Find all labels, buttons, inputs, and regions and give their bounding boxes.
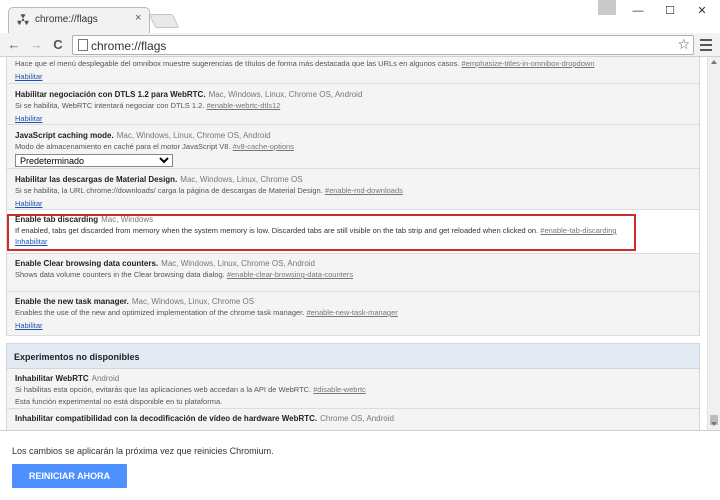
experiment-name: Enable the new task manager. bbox=[15, 297, 129, 306]
experiment-anchor[interactable]: #enable-md-downloads bbox=[325, 186, 403, 195]
title-bar: chrome://flags × — ☐ ✕ bbox=[0, 0, 720, 33]
experiment-desc: Hace que el menú desplegable del omnibox… bbox=[15, 59, 460, 68]
toolbar: ← → C chrome://flags ☆ bbox=[0, 33, 720, 57]
experiment-anchor[interactable]: #emphasize-titles-in-omnibox-dropdown bbox=[462, 59, 595, 68]
back-button[interactable]: ← bbox=[6, 37, 22, 53]
enable-link[interactable]: Habilitar bbox=[15, 114, 43, 123]
experiment-webrtc-dtls12: Habilitar negociación con DTLS 1.2 para … bbox=[7, 84, 699, 125]
forward-button[interactable]: → bbox=[28, 37, 44, 53]
scroll-up-icon[interactable] bbox=[711, 60, 717, 64]
tab-close-icon[interactable]: × bbox=[135, 12, 141, 24]
enable-link[interactable]: Habilitar bbox=[15, 199, 43, 208]
user-profile-button[interactable] bbox=[598, 0, 616, 15]
experiment-platforms: Chrome OS, Android bbox=[320, 414, 394, 423]
scroll-down-icon[interactable] bbox=[711, 422, 717, 426]
experiment-name: Inhabilitar WebRTC bbox=[15, 374, 89, 383]
minimize-button[interactable]: — bbox=[626, 3, 650, 19]
relaunch-bar: Los cambios se aplicarán la próxima vez … bbox=[0, 430, 720, 500]
enable-link[interactable]: Habilitar bbox=[15, 321, 43, 330]
experiment-platforms: Android bbox=[91, 374, 120, 383]
experiment-anchor[interactable]: #enable-clear-browsing-data-counters bbox=[227, 270, 353, 279]
flags-content: Hace que el menú desplegable del omnibox… bbox=[0, 57, 707, 430]
vertical-scrollbar[interactable] bbox=[707, 57, 720, 430]
relaunch-message: Los cambios se aplicarán la próxima vez … bbox=[12, 446, 274, 456]
experiment-new-task-manager: Enable the new task manager. Mac, Windows… bbox=[7, 292, 699, 336]
experiment-anchor[interactable]: #enable-webrtc-dtls12 bbox=[207, 101, 281, 110]
unavailable-heading: Experimentos no disponibles bbox=[6, 343, 700, 369]
experiment-desc: Modo de almacenamiento en caché para el … bbox=[15, 142, 231, 151]
url-text[interactable]: chrome://flags bbox=[91, 39, 166, 53]
experiment-anchor[interactable]: #enable-new-task-manager bbox=[306, 308, 397, 317]
radiation-icon bbox=[17, 14, 29, 25]
experiment-desc: Si habilitas esta opción, evitarás que l… bbox=[15, 385, 312, 394]
maximize-button[interactable]: ☐ bbox=[658, 3, 682, 19]
menu-icon[interactable] bbox=[700, 39, 712, 54]
experiment-v8-cache: JavaScript caching mode. Mac, Windows, Li… bbox=[7, 125, 699, 169]
experiment-name: Enable Clear browsing data counters. bbox=[15, 259, 159, 268]
unavailable-list: Inhabilitar WebRTC Android Si habilitas e… bbox=[6, 369, 700, 430]
bookmark-star-icon[interactable]: ☆ bbox=[677, 36, 690, 53]
experiment-name: Habilitar las descargas de Material Desi… bbox=[15, 175, 178, 184]
page-icon bbox=[78, 39, 88, 51]
enable-link[interactable]: Habilitar bbox=[15, 72, 43, 81]
experiment-clear-browsing-counters: Enable Clear browsing data counters. Mac,… bbox=[7, 254, 699, 292]
restart-now-button[interactable]: REINICIAR AHORA bbox=[12, 464, 127, 488]
experiment-anchor[interactable]: #disable-webrtc bbox=[313, 385, 366, 394]
experiment-name: Inhabilitar compatibilidad con la decodi… bbox=[15, 414, 318, 423]
unavailable-note: Esta función experimental no está dispon… bbox=[15, 397, 223, 406]
experiment-md-downloads: Habilitar las descargas de Material Desi… bbox=[7, 169, 699, 210]
experiment-desc: Shows data volume counters in the Clear … bbox=[15, 270, 225, 279]
experiment-name: JavaScript caching mode. bbox=[15, 131, 114, 140]
experiment-platforms: Mac, Windows, Linux, Chrome OS, Android bbox=[208, 90, 363, 99]
address-bar[interactable]: chrome://flags ☆ bbox=[72, 35, 694, 55]
tab-title: chrome://flags bbox=[35, 14, 98, 25]
cache-mode-select[interactable]: Predeterminado bbox=[15, 154, 173, 167]
experiment-desc: Enables the use of the new and optimized… bbox=[15, 308, 305, 317]
highlight-box bbox=[7, 214, 636, 251]
experiment-disable-hw-decoding: Inhabilitar compatibilidad con la decodi… bbox=[7, 409, 699, 430]
experiment-platforms: Mac, Windows, Linux, Chrome OS, Android bbox=[161, 259, 315, 268]
experiment-anchor[interactable]: #v8-cache-options bbox=[233, 142, 294, 151]
experiments-list: Hace que el menú desplegable del omnibox… bbox=[6, 57, 700, 336]
new-tab-button[interactable] bbox=[148, 14, 180, 28]
experiment-platforms: Mac, Windows, Linux, Chrome OS bbox=[131, 297, 255, 306]
experiment-platforms: Mac, Windows, Linux, Chrome OS bbox=[180, 175, 303, 184]
experiment-name: Habilitar negociación con DTLS 1.2 para … bbox=[15, 90, 206, 99]
experiment-disable-webrtc: Inhabilitar WebRTC Android Si habilitas e… bbox=[7, 369, 699, 409]
experiment-desc: Si se habilita, WebRTC intentará negocia… bbox=[15, 101, 205, 110]
close-window-button[interactable]: ✕ bbox=[690, 3, 714, 19]
tab-flags[interactable]: chrome://flags × bbox=[8, 7, 150, 33]
experiment-desc: Si se habilita, la URL chrome://download… bbox=[15, 186, 323, 195]
experiment-platforms: Mac, Windows, Linux, Chrome OS, Android bbox=[116, 131, 271, 140]
experiment-emphasize-titles: Hace que el menú desplegable del omnibox… bbox=[7, 59, 699, 84]
reload-button[interactable]: C bbox=[50, 37, 66, 53]
